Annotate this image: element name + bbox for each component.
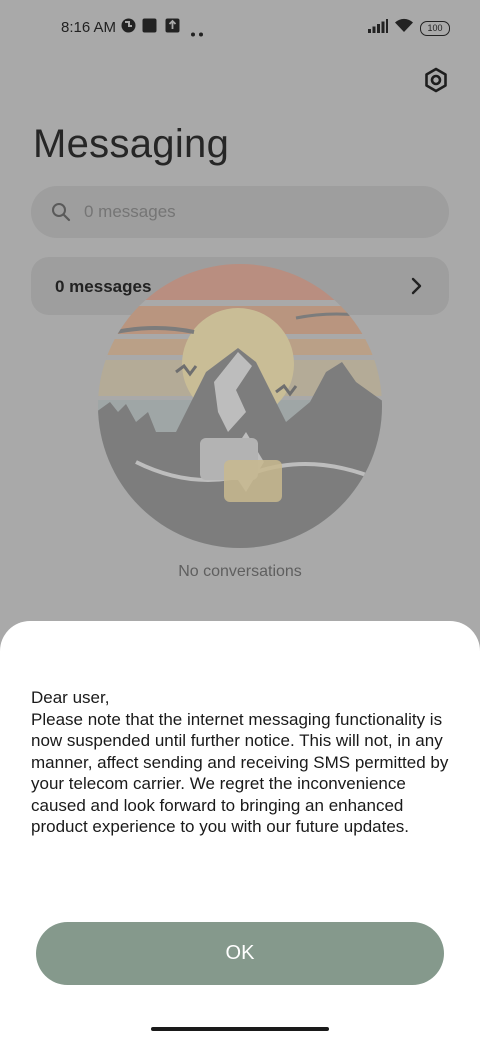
search-input[interactable] xyxy=(82,201,426,223)
dialog-greeting: Dear user, xyxy=(31,688,110,707)
ok-button[interactable]: OK xyxy=(36,922,444,985)
battery-icon: 100 xyxy=(420,20,450,36)
notice-dialog: Dear user, Please note that the internet… xyxy=(0,621,480,1040)
page-title: Messaging xyxy=(33,122,230,166)
search-bar[interactable] xyxy=(31,186,449,238)
settings-button[interactable] xyxy=(420,64,452,96)
wifi-icon xyxy=(394,18,414,38)
square-notification-icon xyxy=(142,18,157,38)
vpn-icon xyxy=(121,18,136,38)
status-bar: 8:16 AM 100 xyxy=(0,0,480,56)
dialog-body: Please note that the internet messaging … xyxy=(31,709,449,837)
more-notifications-icon xyxy=(190,24,204,42)
status-time: 8:16 AM xyxy=(61,19,117,36)
home-indicator[interactable] xyxy=(151,1027,329,1031)
search-icon xyxy=(51,202,71,222)
upload-notification-icon xyxy=(165,18,180,38)
chevron-right-icon xyxy=(411,277,423,300)
signal-icon xyxy=(368,18,388,38)
dialog-message: Dear user, Please note that the internet… xyxy=(31,687,461,838)
empty-state-text: No conversations xyxy=(178,563,302,580)
gear-icon xyxy=(425,67,447,93)
status-right: 100 xyxy=(368,18,450,38)
empty-state-illustration xyxy=(96,262,384,550)
